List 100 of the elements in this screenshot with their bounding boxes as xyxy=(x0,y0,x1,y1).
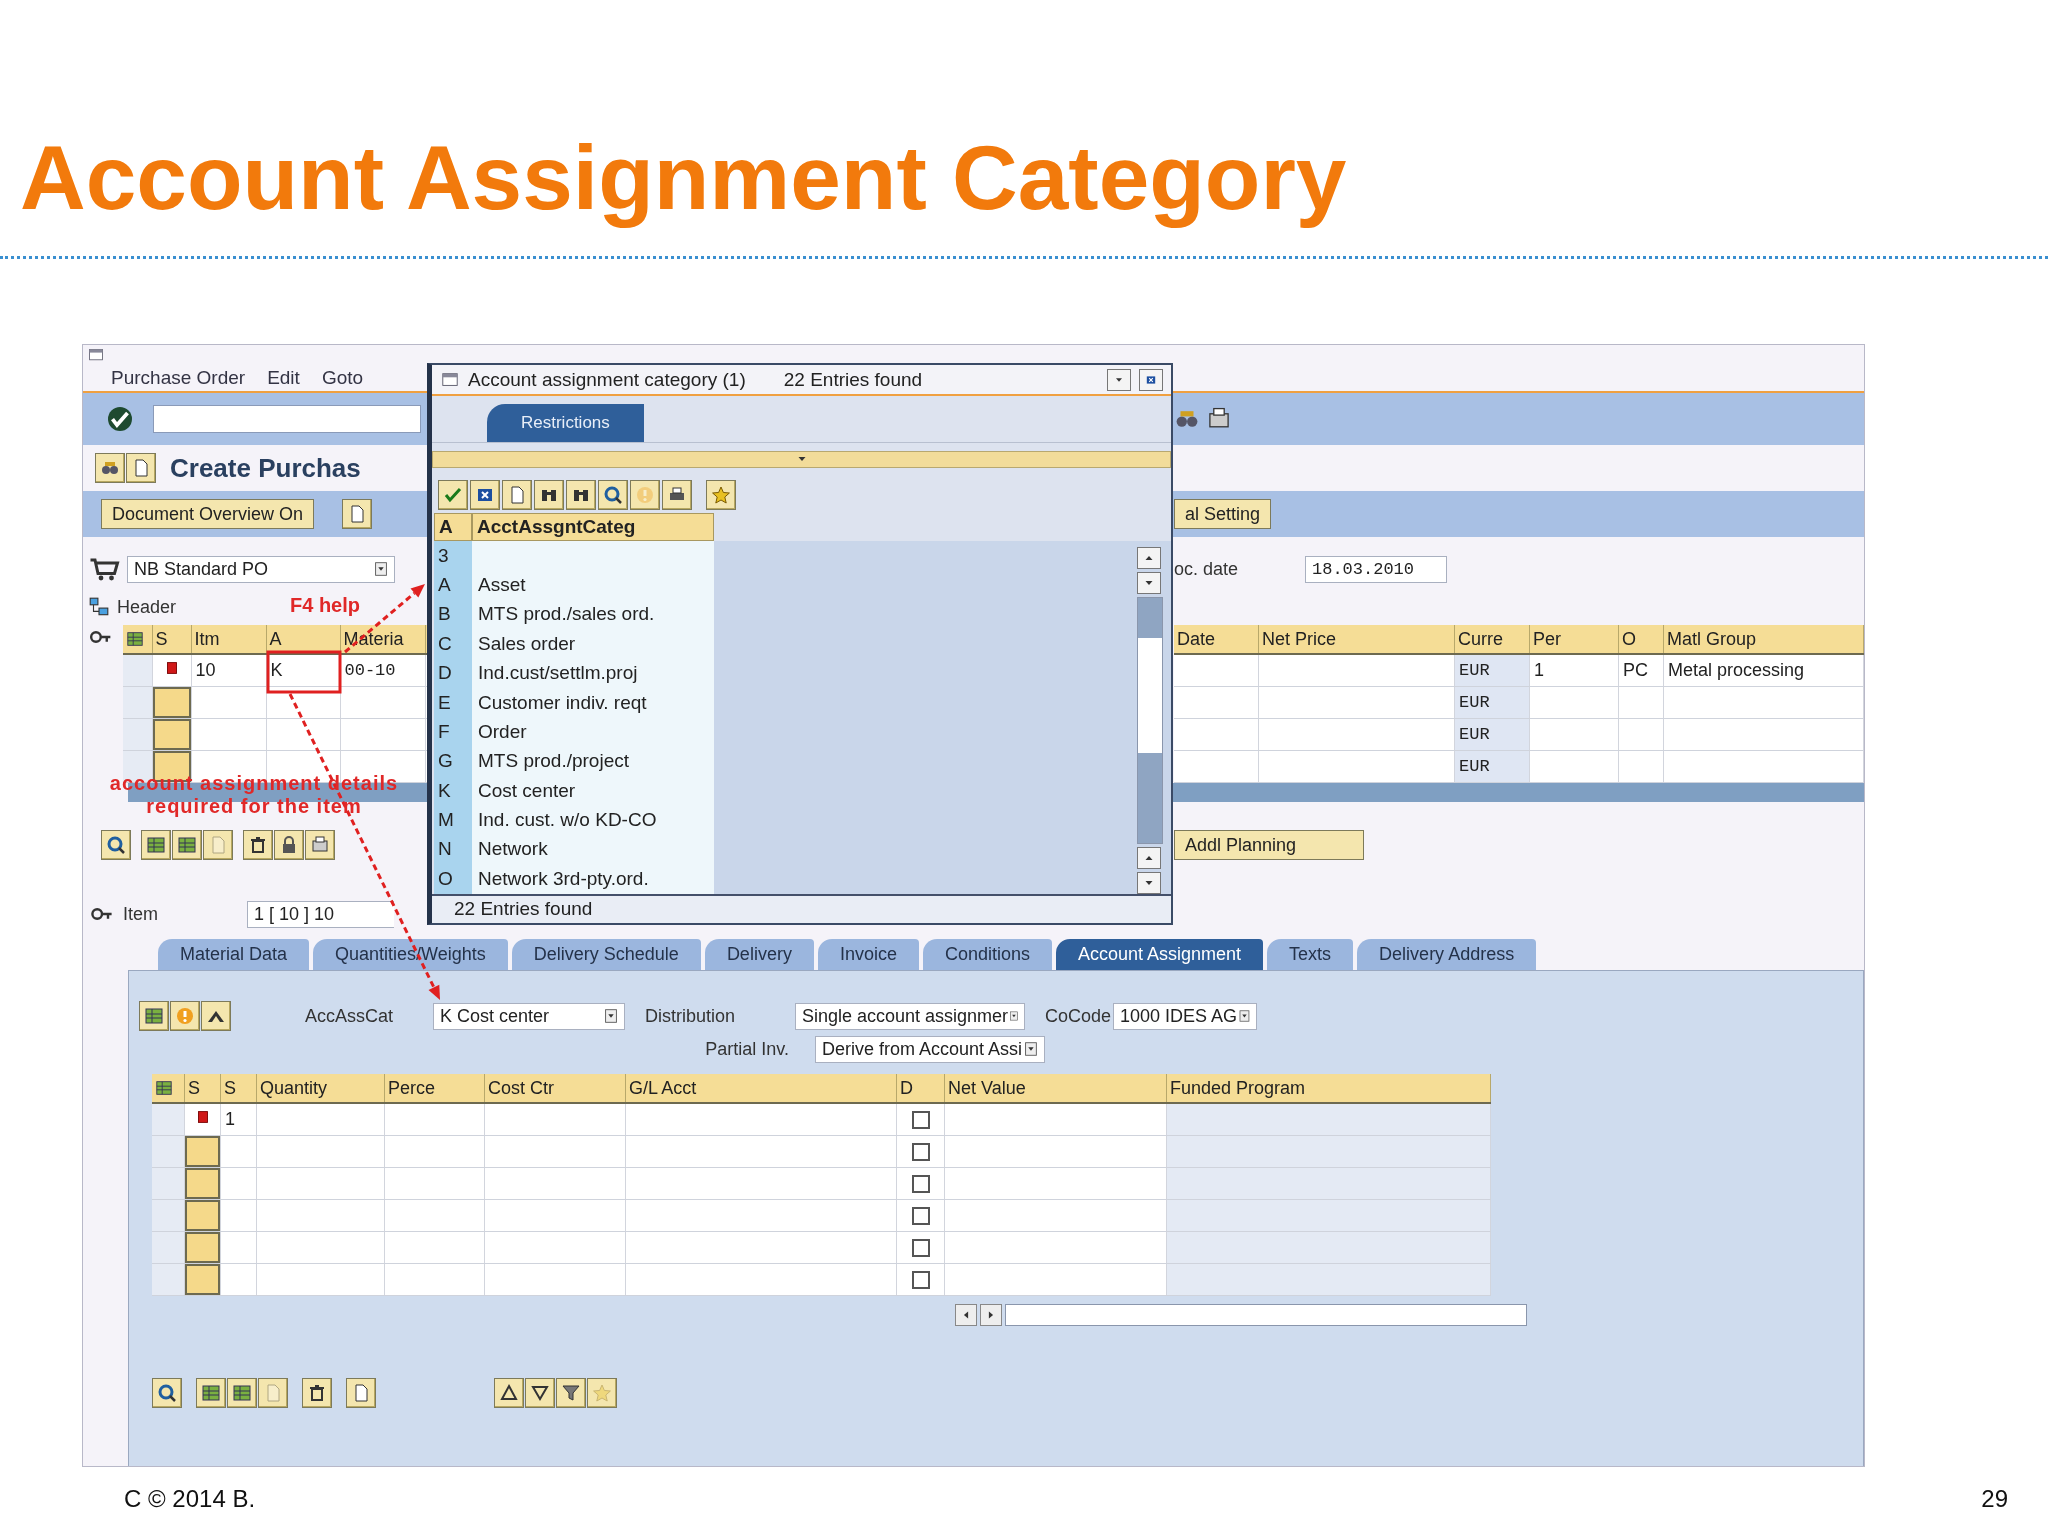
tab[interactable]: Invoice xyxy=(817,939,919,970)
table-cell: 00-10 xyxy=(340,655,426,686)
description-cell: MTS prod./sales ord. xyxy=(478,603,655,626)
tab[interactable]: Restrictions xyxy=(487,403,644,442)
column-header: A xyxy=(269,628,282,650)
table-cell: 1 xyxy=(1530,655,1619,686)
toolbar-button[interactable] xyxy=(502,479,532,510)
description-cell: Customer indiv. reqt xyxy=(478,691,647,714)
toolbar-button[interactable] xyxy=(201,1001,231,1031)
grid-icon xyxy=(146,835,166,855)
toolbar-button[interactable] xyxy=(494,1378,524,1408)
command-field[interactable] xyxy=(153,405,421,433)
menu-item[interactable]: Purchase Order xyxy=(111,367,246,389)
checkbox[interactable] xyxy=(911,1174,930,1193)
toolbar-button[interactable] xyxy=(172,830,202,860)
toolbar-button[interactable] xyxy=(342,499,373,529)
toolbar-button[interactable] xyxy=(126,453,156,483)
field-label: AccAssCat xyxy=(305,1005,395,1027)
scroll-down-button[interactable] xyxy=(1137,871,1161,894)
column-header: Net Value xyxy=(948,1077,1026,1099)
printer-icon xyxy=(310,835,330,855)
tab[interactable]: Quantities/Weights xyxy=(313,939,508,970)
toolbar-button[interactable] xyxy=(243,830,273,860)
description-cell: Network 3rd-pty.ord. xyxy=(478,867,649,890)
toolbar-button[interactable] xyxy=(438,479,468,510)
column-header: Matl Group xyxy=(1667,628,1757,650)
toolbar-button[interactable] xyxy=(556,1378,586,1408)
toolbar-button[interactable] xyxy=(141,830,171,860)
tab[interactable]: Conditions xyxy=(922,939,1052,970)
star-icon xyxy=(592,1383,612,1403)
tab[interactable]: Delivery xyxy=(704,939,814,970)
tab[interactable]: Delivery Schedule xyxy=(511,939,701,970)
code-cell: G xyxy=(438,750,453,773)
toolbar-button[interactable] xyxy=(662,479,692,510)
scroll-up-button[interactable] xyxy=(1137,846,1161,869)
category-field[interactable]: K Cost center xyxy=(433,1002,625,1030)
scroll-down-button[interactable] xyxy=(1137,571,1161,594)
toolbar-button[interactable] xyxy=(139,1001,169,1031)
sort-up-icon xyxy=(499,1383,519,1403)
toolbar-button[interactable] xyxy=(598,479,628,510)
column-header: G/L Acct xyxy=(629,1077,697,1099)
order-type-field[interactable]: NB Standard PO xyxy=(127,555,395,583)
description-cell: Sales order xyxy=(478,632,576,655)
planning-button[interactable]: Addl Planning xyxy=(1174,830,1364,860)
checkbox[interactable] xyxy=(911,1206,930,1225)
checkbox[interactable] xyxy=(911,1142,930,1161)
toolbar-button[interactable] xyxy=(346,1378,376,1408)
menu-item[interactable]: Goto xyxy=(321,367,364,389)
table-cell: EUR xyxy=(1455,655,1530,686)
toolbar-button[interactable] xyxy=(227,1378,257,1408)
window-icon xyxy=(87,347,105,363)
scroll-left-button[interactable] xyxy=(955,1304,977,1326)
menu-item[interactable]: Edit xyxy=(267,367,300,389)
check-icon xyxy=(105,404,135,434)
item-field[interactable]: 1 [ 10 ] 10 xyxy=(247,900,394,928)
toolbar-button[interactable] xyxy=(274,830,304,860)
scroll-up-button[interactable] xyxy=(1137,546,1161,569)
tab[interactable]: Delivery Address xyxy=(1357,939,1537,970)
checkbox[interactable] xyxy=(911,1238,930,1257)
minimize-button[interactable] xyxy=(1107,368,1131,391)
tab[interactable]: Account Assignment xyxy=(1056,939,1264,970)
tab[interactable]: Material Data xyxy=(158,939,310,970)
toolbar-button[interactable] xyxy=(525,1378,555,1408)
scrollbar-track[interactable] xyxy=(1005,1304,1527,1326)
toolbar-button[interactable] xyxy=(302,1378,332,1408)
code-cell: N xyxy=(438,838,452,861)
field-label: CoCode xyxy=(1044,1005,1113,1027)
company-code-field[interactable]: 1000 IDES AG xyxy=(1113,1002,1257,1030)
field-label: oc. date xyxy=(1174,558,1240,580)
toolbar-button[interactable] xyxy=(534,479,564,510)
toolbar-button[interactable] xyxy=(152,1378,182,1408)
column-header: Curre xyxy=(1458,628,1503,650)
toolbar-button[interactable] xyxy=(196,1378,226,1408)
column-header: Date xyxy=(1177,628,1216,650)
checkbox[interactable] xyxy=(911,1110,930,1129)
grid-icon xyxy=(155,1079,173,1097)
description-cell: MTS prod./project xyxy=(478,750,629,773)
partial-invoice-field[interactable]: Derive from Account Assi xyxy=(815,1035,1045,1063)
setting-button[interactable]: al Setting xyxy=(1174,499,1272,529)
toolbar-button[interactable] xyxy=(95,453,125,483)
section-label: Header xyxy=(117,596,177,618)
section-label: Item xyxy=(123,903,159,925)
scrollbar-track[interactable] xyxy=(1137,596,1163,844)
dropdown-icon xyxy=(602,1007,620,1025)
close-button[interactable] xyxy=(1139,368,1163,391)
page-number: 29 xyxy=(1981,1485,2008,1513)
grid-icon xyxy=(125,630,144,648)
scroll-right-button[interactable] xyxy=(980,1304,1002,1326)
description-cell: Ind.cust/settlm.proj xyxy=(478,662,638,685)
overview-button[interactable]: Document Overview On xyxy=(101,499,315,529)
tab[interactable]: Texts xyxy=(1267,939,1354,970)
code-cell: C xyxy=(438,632,452,655)
toolbar-button[interactable] xyxy=(101,830,131,860)
magnifier-icon xyxy=(603,484,623,505)
distribution-field[interactable]: Single account assignmer xyxy=(795,1002,1025,1030)
checkbox[interactable] xyxy=(911,1270,930,1289)
screen-title: Create Purchas xyxy=(170,452,361,484)
date-field[interactable]: 18.03.2010 xyxy=(1305,555,1447,583)
toolbar-button[interactable] xyxy=(566,479,596,510)
toolbar-button[interactable] xyxy=(470,479,500,510)
